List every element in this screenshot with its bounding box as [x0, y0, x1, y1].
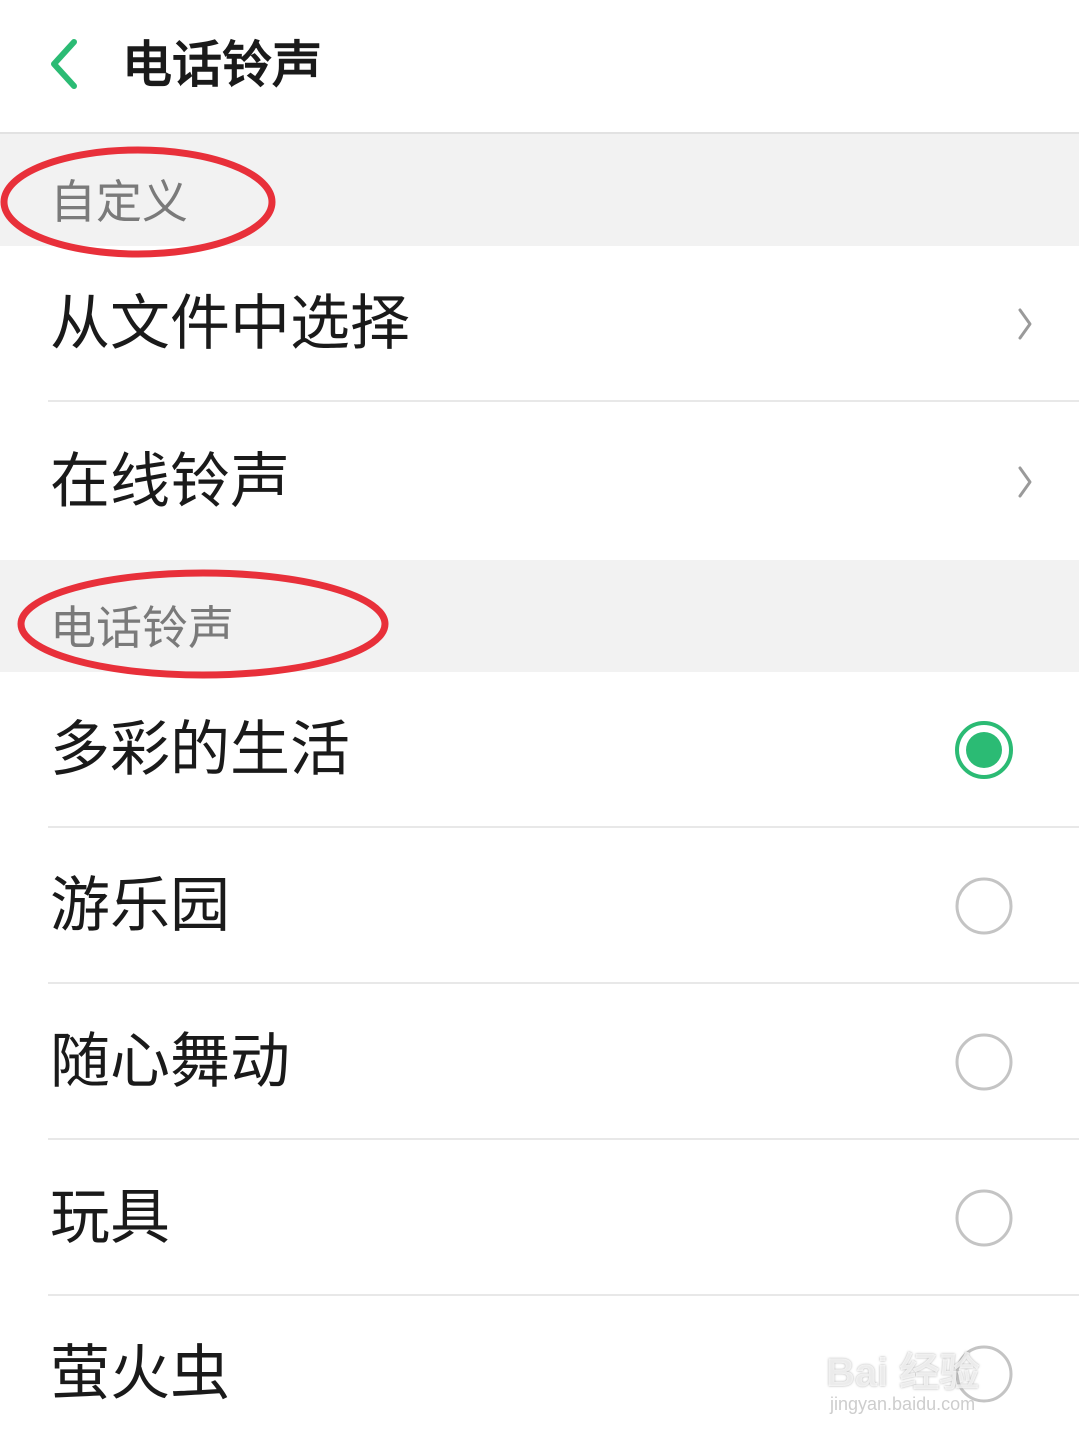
divider	[48, 400, 1079, 402]
list-item-label: 在线铃声	[50, 447, 290, 517]
ringtone-label: 游乐园	[50, 871, 230, 941]
ringtone-option[interactable]: 随心舞动	[0, 984, 1079, 1140]
ringtone-label: 多彩的生活	[50, 715, 350, 785]
ringtone-option[interactable]: 萤火虫	[0, 1296, 1079, 1452]
section-header-ringtones: 电话铃声	[0, 560, 1079, 672]
chevron-left-icon	[51, 39, 77, 89]
ringtone-label: 玩具	[50, 1183, 170, 1253]
list-item-label: 从文件中选择	[50, 289, 410, 359]
section-label: 自定义	[50, 175, 188, 229]
radio-unchecked-icon[interactable]	[954, 1188, 1014, 1248]
ringtone-option[interactable]: 多彩的生活	[0, 672, 1079, 828]
page-title: 电话铃声	[122, 36, 322, 94]
radio-checked-icon[interactable]	[954, 720, 1014, 780]
radio-unchecked-icon[interactable]	[954, 876, 1014, 936]
section-label: 电话铃声	[50, 601, 234, 655]
app-header: 电话铃声	[0, 0, 1079, 134]
radio-unchecked-icon[interactable]	[954, 1344, 1014, 1404]
chevron-right-icon	[1018, 308, 1032, 340]
ringtone-label: 萤火虫	[50, 1339, 230, 1409]
chevron-right-icon	[1018, 466, 1032, 498]
list-item-from-file[interactable]: 从文件中选择	[0, 246, 1079, 402]
section-header-custom: 自定义	[0, 134, 1079, 246]
ringtone-option[interactable]: 玩具	[0, 1140, 1079, 1296]
back-button[interactable]	[28, 28, 100, 100]
ringtone-label: 随心舞动	[50, 1027, 290, 1097]
ringtone-option[interactable]: 游乐园	[0, 828, 1079, 984]
list-item-online-ringtone[interactable]: 在线铃声	[0, 404, 1079, 560]
radio-unchecked-icon[interactable]	[954, 1032, 1014, 1092]
